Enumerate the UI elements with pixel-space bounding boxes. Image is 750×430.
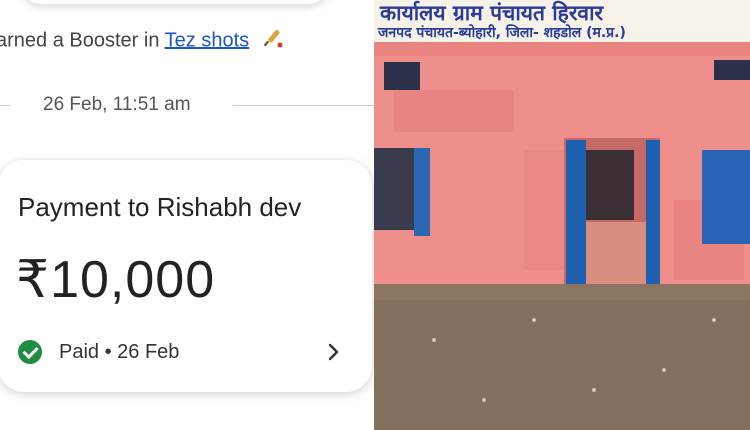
cricket-bat-icon xyxy=(261,26,285,56)
payment-card[interactable]: Payment to Rishabh dev ₹10,000 Paid • 26… xyxy=(0,160,372,392)
right-window xyxy=(702,150,750,244)
date-divider: 26 Feb, 11:51 am xyxy=(0,92,374,118)
booster-text: arned a Booster in xyxy=(0,29,165,52)
inner-window xyxy=(586,150,634,220)
payment-title: Payment to Rishabh dev xyxy=(18,192,302,222)
building-photo: कार्यालय ग्राम पंचायत हिरवार जनपद पंचायत… xyxy=(374,0,750,430)
payment-status-label: Paid • 26 Feb xyxy=(59,340,180,363)
top-window-left xyxy=(384,62,420,90)
tez-shots-link[interactable]: Tez shots xyxy=(165,29,249,51)
door-left-panel xyxy=(566,140,586,284)
payment-status: Paid • 26 Feb xyxy=(18,340,179,364)
sign-line-2: जनपद पंचायत-ब्योहारी, जिला- शहडोल (म.प्र… xyxy=(377,24,626,41)
sign-line-1: कार्यालय ग्राम पंचायत हिरवार xyxy=(379,0,605,25)
door-right-panel xyxy=(646,140,660,284)
top-window-right xyxy=(714,60,750,80)
chevron-right-icon[interactable] xyxy=(321,340,345,364)
check-circle-icon xyxy=(18,340,42,364)
date-label: 26 Feb, 11:51 am xyxy=(43,94,191,115)
previous-card-edge xyxy=(20,0,330,4)
divider-line-right xyxy=(233,105,374,106)
payment-app-panel: arned a Booster in Tez shots 26 Feb, 11:… xyxy=(0,0,374,430)
left-window xyxy=(374,148,416,230)
booster-message: arned a Booster in Tez shots xyxy=(0,26,285,56)
payment-amount: ₹10,000 xyxy=(16,251,216,309)
divider-line-left xyxy=(0,105,10,106)
